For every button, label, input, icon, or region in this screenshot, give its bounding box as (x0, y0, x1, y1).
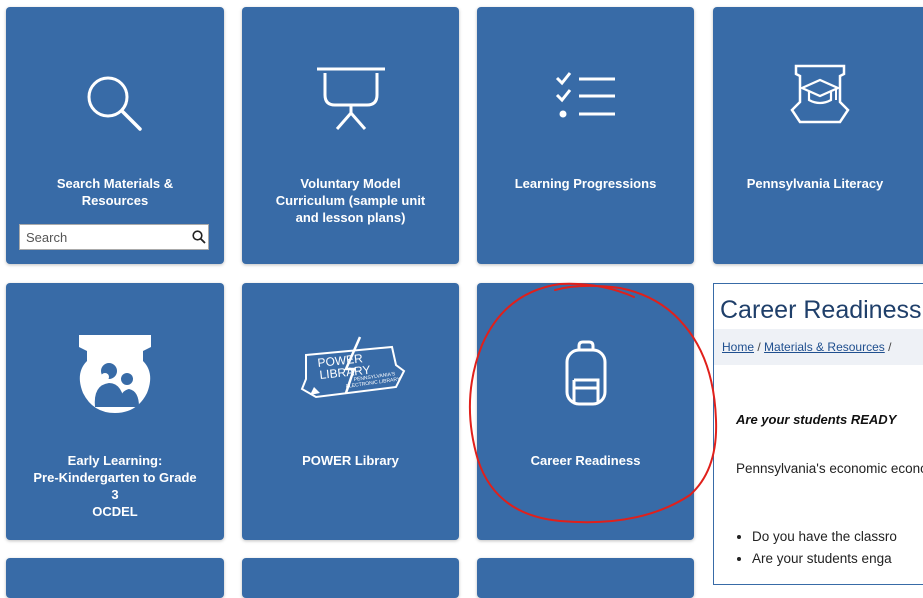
tile-row3-1[interactable] (6, 558, 224, 598)
page-title: Career Readiness (720, 296, 922, 324)
intro-paragraph: Pennsylvania's economic economy. (736, 461, 923, 476)
career-readiness-preview: Career Readiness Home / Materials & Reso… (713, 283, 923, 585)
tile-voluntary-model-curriculum[interactable]: Voluntary Model Curriculum (sample unit … (242, 7, 459, 264)
question-list: Do you have the classro Are your student… (736, 526, 897, 570)
tile-label: Search Materials & Resources (56, 176, 174, 208)
tile-row3-2[interactable] (242, 558, 459, 598)
tile-power-library[interactable]: POWER LIBRARY PENNSYLVANIA'S ELECTRONIC … (242, 283, 459, 540)
breadcrumb-separator: / (757, 340, 761, 354)
presentation-board-icon (242, 65, 459, 133)
intro-question: Are your students READY (736, 412, 897, 427)
tile-label: Career Readiness (530, 453, 641, 468)
power-library-logo: POWER LIBRARY PENNSYLVANIA'S ELECTRONIC … (242, 335, 459, 405)
tile-search-materials[interactable]: Search Materials & Resources (6, 7, 224, 264)
tile-label: Learning Progressions (514, 176, 657, 191)
list-item: Are your students enga (752, 548, 897, 570)
breadcrumb: Home / Materials & Resources / (714, 329, 923, 365)
breadcrumb-home[interactable]: Home (722, 340, 754, 354)
tile-career-readiness[interactable]: Career Readiness (477, 283, 694, 540)
keystone-graduation-cap-icon (697, 62, 923, 126)
tile-label: Voluntary Model Curriculum (sample unit … (275, 176, 426, 225)
search-box (19, 224, 209, 250)
tile-learning-progressions[interactable]: Learning Progressions (477, 7, 694, 264)
tile-label: POWER Library (302, 453, 399, 468)
list-item: Do you have the classro (752, 526, 897, 548)
tile-label: Early Learning: Pre-Kindergarten to Grad… (33, 453, 197, 519)
backpack-icon (477, 340, 694, 406)
breadcrumb-separator: / (888, 340, 892, 354)
checklist-icon (477, 70, 694, 122)
tile-row3-3[interactable] (477, 558, 694, 598)
breadcrumb-materials[interactable]: Materials & Resources (764, 340, 885, 354)
search-input[interactable] (20, 226, 192, 248)
tile-pennsylvania-literacy[interactable]: Pennsylvania Literacy (713, 7, 923, 264)
search-icon (6, 69, 224, 139)
keystone-family-icon (6, 333, 224, 415)
search-submit-icon[interactable] (192, 230, 206, 244)
tile-early-learning[interactable]: Early Learning: Pre-Kindergarten to Grad… (6, 283, 224, 540)
tile-label: Pennsylvania Literacy (746, 176, 884, 191)
